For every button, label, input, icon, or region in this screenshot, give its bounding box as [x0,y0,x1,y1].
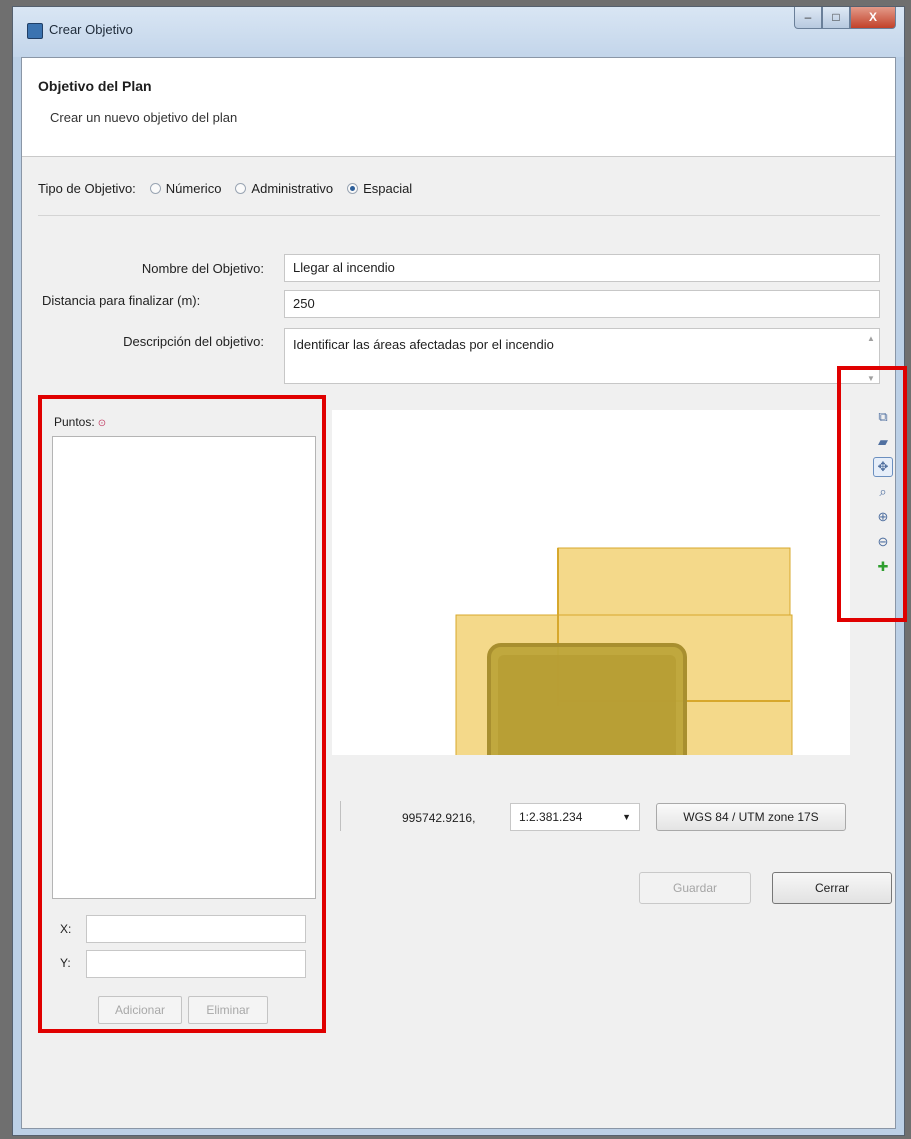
crs-button[interactable]: WGS 84 / UTM zone 17S [656,803,846,831]
status-separator [340,801,341,831]
objective-type-label: Tipo de Objetivo: [38,181,136,196]
page-title: Objetivo del Plan [38,78,152,94]
radio-numerico[interactable]: Númerico [149,181,222,196]
radio-espacial-label[interactable]: Espacial [363,181,412,196]
radio-numerico-circle[interactable] [149,183,161,194]
window-controls: – □ X [794,7,896,29]
dialog-header: Objetivo del Plan Crear un nuevo objetiv… [22,58,895,157]
radio-espacial-circle[interactable] [347,183,359,194]
page-subtitle: Crear un nuevo objetivo del plan [50,110,238,125]
close-window-button[interactable]: X [850,7,896,29]
name-label: Nombre del Objetivo: [141,261,264,276]
description-input[interactable]: Identificar las áreas afectadas por el i… [284,328,880,384]
radio-administrativo[interactable]: Administrativo [235,181,333,196]
name-input[interactable]: Llegar al incendio [284,254,880,282]
map-canvas[interactable] [332,410,850,755]
scale-value: 1:2.381.234 [519,810,583,824]
radio-espacial[interactable]: Espacial [347,181,412,196]
window-title: Crear Objetivo [49,22,133,37]
radio-numerico-label[interactable]: Númerico [166,181,222,196]
description-text: Identificar las áreas afectadas por el i… [293,337,554,352]
map-selected-area-inner [498,655,676,755]
separator [38,215,880,216]
distance-label: Distancia para finalizar (m): [42,293,201,308]
close-button[interactable]: Cerrar [772,872,892,904]
radio-administrativo-label[interactable]: Administrativo [251,181,333,196]
distance-input[interactable]: 250 [284,290,880,318]
map-svg [455,547,793,755]
maximize-button[interactable]: □ [822,7,850,29]
dropdown-arrow-icon[interactable]: ▼ [622,804,631,830]
highlight-points-panel [38,395,326,1033]
radio-administrativo-circle[interactable] [235,183,247,194]
objective-type-group: Tipo de Objetivo: Númerico Administrativ… [38,181,426,196]
scale-select[interactable]: 1:2.381.234 ▼ [510,803,640,831]
description-label: Descripción del objetivo: [123,334,264,349]
save-button[interactable]: Guardar [639,872,751,904]
minimize-button[interactable]: – [794,7,822,29]
highlight-map-toolbar [837,366,907,622]
coordinate-readout: 995742.9216, [402,811,476,825]
title-bar[interactable]: Crear Objetivo – □ X [13,7,904,57]
app-icon [27,23,43,39]
